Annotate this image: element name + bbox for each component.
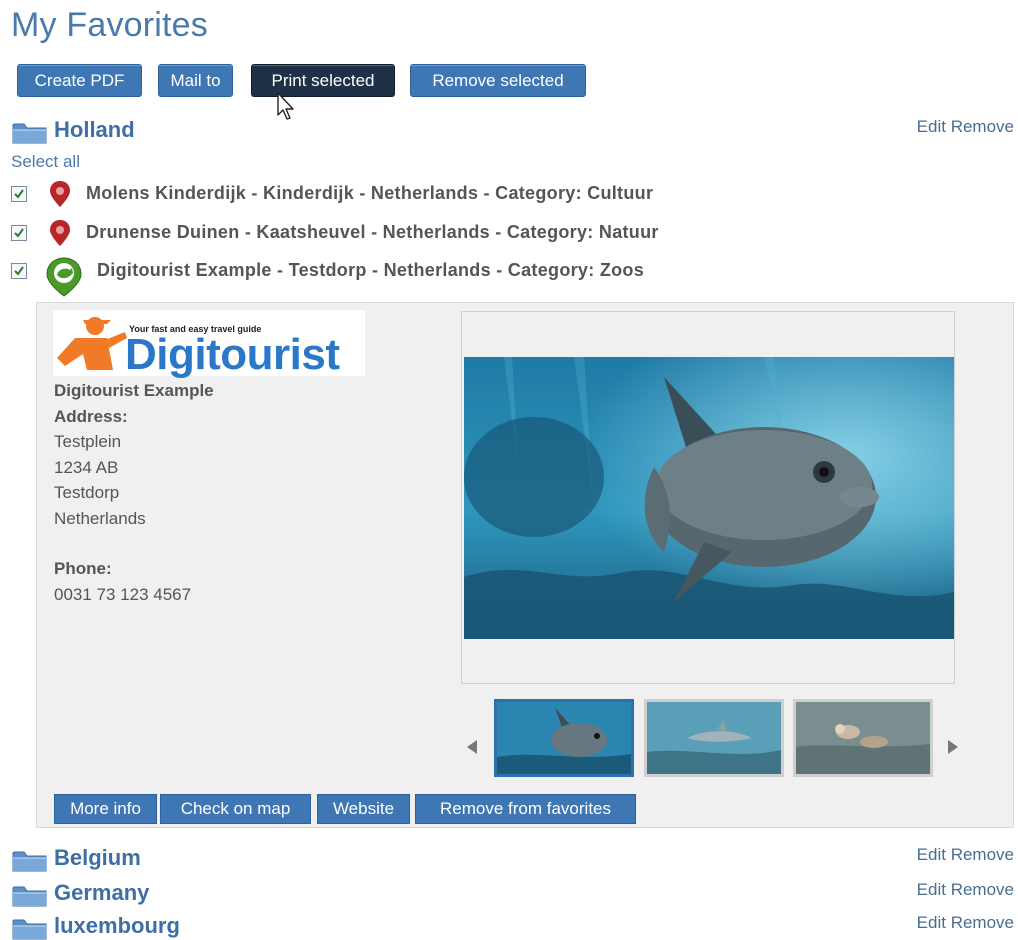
folder-actions: Edit Remove — [917, 845, 1014, 865]
checkmark-icon — [14, 266, 24, 276]
previous-arrow-icon[interactable] — [466, 739, 478, 755]
folder-name[interactable]: luxembourg — [54, 913, 180, 939]
favorite-title[interactable]: Drunense Duinen - Kaatsheuvel - Netherla… — [86, 222, 659, 243]
folder-holland: Holland Edit Remove — [12, 117, 1014, 147]
checkmark-icon — [14, 228, 24, 238]
red-map-pin-icon — [50, 220, 70, 246]
list-item: Digitourist Example - Testdorp - Netherl… — [11, 256, 771, 298]
thumbnail-image — [796, 702, 930, 774]
list-item: Drunense Duinen - Kaatsheuvel - Netherla… — [11, 218, 771, 248]
address-line: Testplein — [54, 432, 122, 451]
checkmark-icon — [14, 189, 24, 199]
edit-folder-link[interactable]: Edit — [917, 880, 946, 899]
remove-folder-link[interactable]: Remove — [951, 117, 1014, 136]
logo-wordmark: Digitourist — [125, 330, 340, 379]
list-item: Molens Kinderdijk - Kinderdijk - Netherl… — [11, 179, 771, 209]
thumbnail-otters[interactable] — [793, 699, 933, 777]
remove-folder-link[interactable]: Remove — [951, 845, 1014, 864]
thumbnail-shark[interactable] — [644, 699, 784, 777]
address-line: Netherlands — [54, 508, 146, 528]
phone-number: 0031 73 123 4567 — [54, 584, 192, 604]
thumbnail-sunfish[interactable] — [494, 699, 634, 777]
favorite-checkbox[interactable] — [11, 263, 27, 279]
mail-to-button[interactable]: Mail to — [158, 64, 233, 97]
remove-folder-link[interactable]: Remove — [951, 913, 1014, 932]
create-pdf-button[interactable]: Create PDF — [17, 64, 142, 97]
folder-luxembourg: luxembourg Edit Remove — [12, 913, 1014, 940]
folder-actions: Edit Remove — [917, 880, 1014, 900]
sunfish-photo[interactable] — [464, 357, 954, 639]
edit-folder-link[interactable]: Edit — [917, 913, 946, 932]
thumbnail-image — [647, 702, 781, 774]
remove-folder-link[interactable]: Remove — [951, 880, 1014, 899]
tourist-figure-icon — [57, 317, 127, 370]
folder-actions: Edit Remove — [917, 117, 1014, 137]
place-name: Digitourist Example — [54, 381, 214, 400]
folder-actions: Edit Remove — [917, 913, 1014, 933]
favorite-title[interactable]: Digitourist Example - Testdorp - Netherl… — [97, 260, 644, 281]
next-arrow-icon[interactable] — [947, 739, 959, 755]
edit-folder-link[interactable]: Edit — [917, 845, 946, 864]
folder-icon — [12, 886, 47, 907]
website-button[interactable]: Website — [317, 794, 410, 824]
address-line: 1234 AB — [54, 457, 119, 477]
select-all-link[interactable]: Select all — [11, 152, 80, 172]
folder-name[interactable]: Germany — [54, 880, 149, 906]
photo-viewer — [461, 311, 955, 684]
folder-icon — [12, 123, 47, 144]
remove-selected-button[interactable]: Remove selected — [410, 64, 586, 97]
remove-from-favorites-button[interactable]: Remove from favorites — [415, 794, 636, 824]
favorite-checkbox[interactable] — [11, 186, 27, 202]
favorite-detail-panel: Your fast and easy travel guide Digitour… — [36, 302, 1014, 828]
address-line: Testdorp — [54, 483, 120, 502]
favorite-checkbox[interactable] — [11, 225, 27, 241]
red-map-pin-icon — [50, 181, 70, 207]
thumbnail-image — [497, 702, 631, 774]
folder-belgium: Belgium Edit Remove — [12, 845, 1014, 875]
phone-label: Phone: — [54, 559, 112, 578]
digitourist-logo: Your fast and easy travel guide Digitour… — [53, 310, 365, 379]
page-title: My Favorites — [11, 6, 208, 44]
folder-icon — [12, 919, 47, 940]
folder-germany: Germany Edit Remove — [12, 880, 1014, 910]
folder-name[interactable]: Holland — [54, 117, 135, 143]
edit-folder-link[interactable]: Edit — [917, 117, 946, 136]
favorite-title[interactable]: Molens Kinderdijk - Kinderdijk - Netherl… — [86, 183, 653, 204]
more-info-button[interactable]: More info — [54, 794, 157, 824]
folder-icon — [12, 851, 47, 872]
folder-name[interactable]: Belgium — [54, 845, 141, 871]
check-on-map-button[interactable]: Check on map — [160, 794, 311, 824]
address-label: Address: — [54, 406, 128, 426]
address-block: Digitourist Example Address: Testplein 1… — [54, 378, 214, 607]
print-selected-button[interactable]: Print selected — [251, 64, 395, 97]
green-map-pin-icon — [46, 257, 82, 297]
